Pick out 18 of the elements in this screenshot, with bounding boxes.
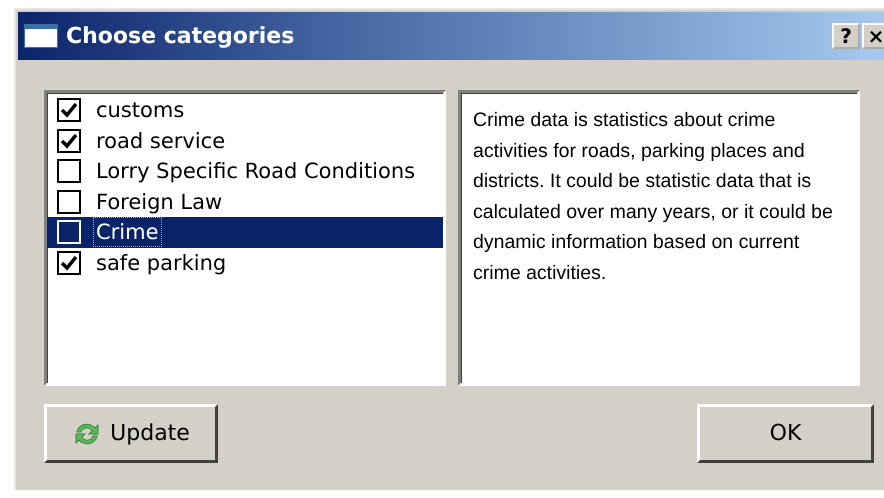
checkbox[interactable] (57, 190, 81, 214)
category-label[interactable]: Crime (93, 217, 162, 248)
window-icon (24, 24, 58, 48)
checkbox[interactable] (57, 128, 81, 153)
checkbox[interactable] (57, 159, 81, 184)
update-button[interactable]: Update (44, 404, 218, 463)
window-title: Choose categories (66, 24, 296, 48)
category-label[interactable]: safe parking (93, 248, 230, 278)
category-label[interactable]: Lorry Specific Road Conditions (93, 156, 418, 186)
checkbox[interactable] (57, 98, 81, 122)
close-button[interactable]: × (862, 23, 884, 49)
checkbox[interactable] (57, 250, 81, 275)
help-button[interactable]: ? (832, 23, 860, 49)
category-label[interactable]: road service (93, 126, 228, 156)
description-text: Crime data is statistics about crime activities for roads, parking places and districts. It could be statistic data that is calculated over many years, or it could be dynamic information based on current crime activities. (458, 90, 860, 386)
ok-button[interactable]: OK (697, 404, 874, 463)
category-label[interactable]: customs (93, 95, 188, 126)
category-label[interactable]: Foreign Law (93, 186, 226, 217)
